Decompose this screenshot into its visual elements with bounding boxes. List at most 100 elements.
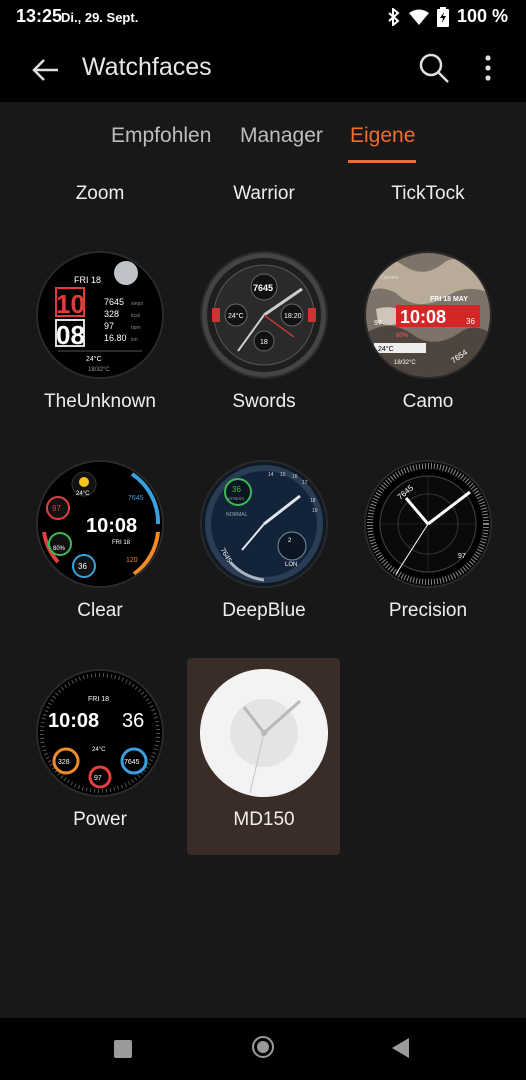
watchface-preview: FRI 18 10:08 36 24°C 328 7645 97 (36, 669, 164, 797)
status-icons: 100 % (387, 6, 508, 27)
tab-bar: Empfohlen Manager Eigene (0, 124, 526, 168)
watchface-power[interactable]: FRI 18 10:08 36 24°C 328 7645 97 Power (25, 669, 175, 865)
svg-text:10: 10 (56, 289, 85, 319)
svg-text:14: 14 (268, 472, 274, 478)
watchface-preview: FRI 18 MAY 10:08 36 97 80% 24°C 18/32°C … (364, 251, 492, 379)
svg-text:18:20: 18:20 (284, 313, 302, 320)
watchface-name: Clear (77, 600, 123, 621)
svg-text:97: 97 (94, 775, 102, 782)
svg-text:19: 19 (312, 508, 318, 514)
svg-text:08: 08 (56, 320, 85, 350)
svg-text:7645: 7645 (104, 297, 124, 307)
back-arrow-icon[interactable] (30, 54, 62, 86)
search-icon[interactable] (418, 52, 450, 84)
watchface-name: Swords (232, 391, 296, 412)
watchface-preview: FRI 18 10 08 7645 steps 328 kcal 97 bpm … (36, 251, 164, 379)
more-options-icon[interactable] (472, 52, 504, 84)
watchface-label-ticktock[interactable]: TickTock (353, 183, 503, 205)
tab-empfohlen[interactable]: Empfohlen (111, 124, 211, 148)
watchface-preview: 7645 97 (364, 460, 492, 588)
watchface-clear[interactable]: 24°C 97 80% 36 10:08 7645 FRI 18 120 Cle… (25, 460, 175, 656)
status-time: 13:25 (16, 6, 63, 26)
svg-text:15: 15 (280, 472, 286, 478)
watchface-preview: 36 STRESS NORMAL 2 LON 7645 14 15 16 17 … (200, 460, 328, 588)
watchface-deepblue[interactable]: 36 STRESS NORMAL 2 LON 7645 14 15 16 17 … (189, 460, 339, 656)
watchface-precision[interactable]: 7645 97 Precision (353, 460, 503, 656)
svg-text:36: 36 (232, 485, 241, 494)
svg-text:18/32°C: 18/32°C (88, 367, 110, 373)
svg-text:36: 36 (78, 562, 87, 571)
watchface-name: DeepBlue (222, 600, 306, 621)
back-icon[interactable] (392, 1038, 409, 1058)
svg-text:328: 328 (58, 759, 70, 766)
svg-text:km: km (131, 337, 138, 343)
svg-text:7645: 7645 (128, 495, 144, 502)
svg-text:97: 97 (458, 553, 466, 560)
svg-text:24°C: 24°C (228, 312, 244, 320)
watchface-name: Power (73, 809, 127, 830)
wifi-icon (408, 9, 429, 25)
svg-text:10:08: 10:08 (48, 710, 99, 732)
system-nav-bar (0, 1018, 526, 1080)
svg-text:18: 18 (260, 339, 268, 346)
home-icon[interactable] (252, 1036, 274, 1058)
watchface-preview (200, 669, 328, 797)
svg-text:NORMAL: NORMAL (226, 512, 248, 518)
watchface-name: Precision (388, 600, 468, 621)
svg-text:Calories: Calories (380, 275, 399, 281)
watchface-name: MD150 (233, 809, 295, 830)
tab-manager[interactable]: Manager (240, 124, 323, 148)
svg-text:FRI 18: FRI 18 (112, 540, 131, 546)
watchface-md150[interactable]: MD150 (189, 669, 339, 865)
app-bar: Watchfaces (0, 36, 526, 102)
watchface-name: TheUnknown (44, 391, 156, 412)
svg-text:328: 328 (104, 309, 119, 319)
watchface-name: Camo (402, 391, 454, 412)
svg-text:10:08: 10:08 (400, 307, 446, 327)
svg-text:FRI 18: FRI 18 (74, 275, 101, 285)
svg-text:bpm: bpm (131, 325, 141, 331)
svg-text:18/32°C: 18/32°C (394, 360, 416, 366)
svg-text:24°C: 24°C (378, 345, 394, 353)
status-bar: 13:25 Di., 29. Sept. 100 % (0, 0, 526, 36)
watchface-preview: 24°C 97 80% 36 10:08 7645 FRI 18 120 (36, 460, 164, 588)
watchface-label-warrior[interactable]: Warrior (189, 183, 339, 205)
recents-icon[interactable] (114, 1040, 132, 1058)
svg-text:7645: 7645 (124, 759, 140, 766)
svg-text:24°C: 24°C (76, 491, 90, 497)
svg-text:97: 97 (104, 321, 114, 331)
svg-text:kcal: kcal (131, 313, 140, 319)
svg-text:17: 17 (302, 480, 308, 486)
svg-text:10:08: 10:08 (86, 515, 137, 537)
battery-icon (436, 6, 449, 27)
svg-text:24°C: 24°C (86, 355, 102, 363)
active-tab-indicator (348, 160, 416, 163)
status-date: Di., 29. Sept. (61, 10, 139, 25)
svg-text:STRESS: STRESS (228, 496, 244, 501)
page-title: Watchfaces (82, 53, 212, 81)
svg-text:97: 97 (52, 504, 61, 513)
svg-text:36: 36 (122, 710, 144, 732)
watchface-preview: 7645 24°C 18:20 18 (200, 251, 328, 379)
svg-text:18: 18 (310, 498, 316, 504)
watchface-label-zoom[interactable]: Zoom (25, 183, 175, 205)
svg-text:80%: 80% (396, 333, 409, 339)
svg-text:24°C: 24°C (92, 747, 106, 753)
watchface-theunknown[interactable]: FRI 18 10 08 7645 steps 328 kcal 97 bpm … (25, 251, 175, 447)
svg-text:16: 16 (292, 474, 298, 480)
svg-text:7645: 7645 (253, 283, 273, 293)
battery-percent: 100 % (456, 6, 508, 26)
bluetooth-icon (388, 7, 400, 26)
svg-text:36: 36 (466, 317, 475, 326)
svg-text:FRI 18 MAY: FRI 18 MAY (430, 296, 468, 303)
watchface-camo[interactable]: FRI 18 MAY 10:08 36 97 80% 24°C 18/32°C … (353, 251, 503, 447)
svg-text:120: 120 (126, 557, 138, 564)
watchface-swords[interactable]: 7645 24°C 18:20 18 Swords (189, 251, 339, 447)
svg-text:FRI 18: FRI 18 (88, 696, 109, 703)
svg-text:80%: 80% (53, 546, 66, 552)
svg-text:97: 97 (374, 320, 382, 327)
svg-text:steps: steps (131, 301, 143, 307)
tab-eigene[interactable]: Eigene (350, 124, 415, 148)
svg-text:LON: LON (285, 562, 297, 568)
svg-text:16.80: 16.80 (104, 333, 127, 343)
